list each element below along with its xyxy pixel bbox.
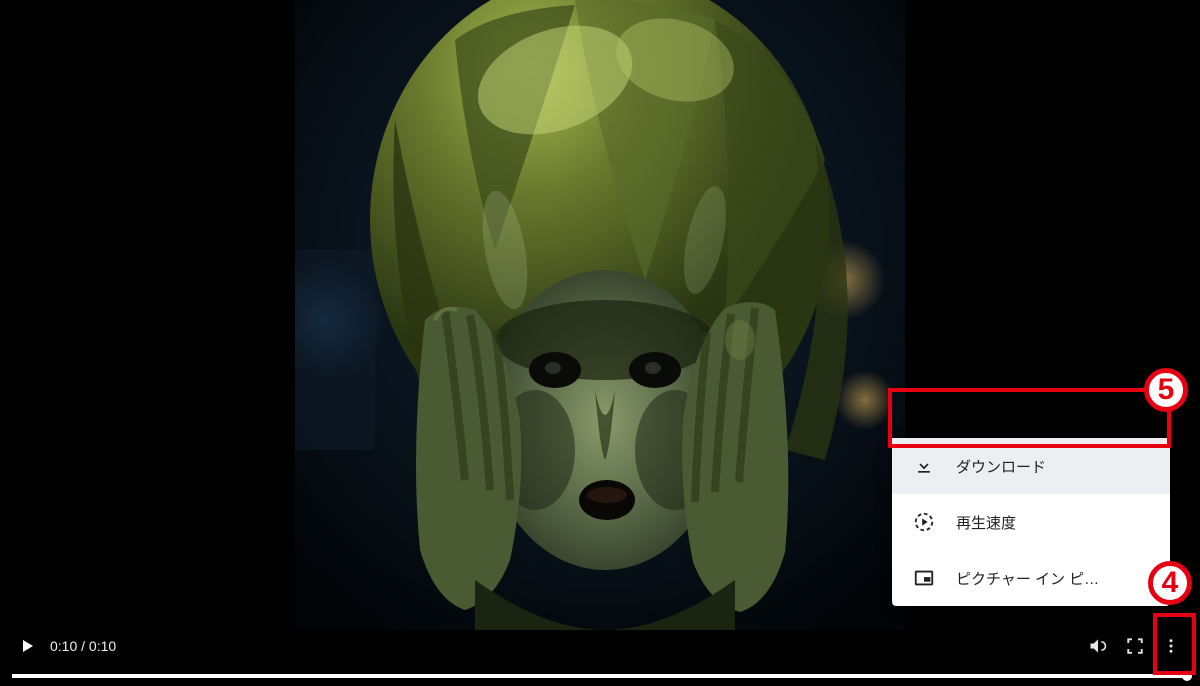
playback-speed-icon	[912, 510, 936, 534]
progress-bar[interactable]	[12, 674, 1188, 678]
menu-item-label: 再生速度	[956, 512, 1016, 533]
fullscreen-button[interactable]	[1126, 637, 1144, 655]
play-button[interactable]	[20, 638, 36, 654]
context-menu: ダウンロード 再生速度 ピクチャー イン ピ…	[892, 438, 1170, 606]
video-content	[295, 0, 905, 630]
download-icon	[912, 454, 936, 478]
menu-item-label: ピクチャー イン ピ…	[956, 568, 1099, 589]
menu-item-download[interactable]: ダウンロード	[892, 438, 1170, 494]
volume-button[interactable]	[1088, 636, 1108, 656]
menu-item-pip[interactable]: ピクチャー イン ピ…	[892, 550, 1170, 606]
menu-item-playback-speed[interactable]: 再生速度	[892, 494, 1170, 550]
menu-item-label: ダウンロード	[956, 456, 1046, 477]
picture-in-picture-icon	[912, 566, 936, 590]
progress-thumb[interactable]	[1182, 671, 1192, 681]
more-options-button[interactable]	[1162, 637, 1180, 655]
time-display: 0:10 / 0:10	[50, 638, 116, 654]
